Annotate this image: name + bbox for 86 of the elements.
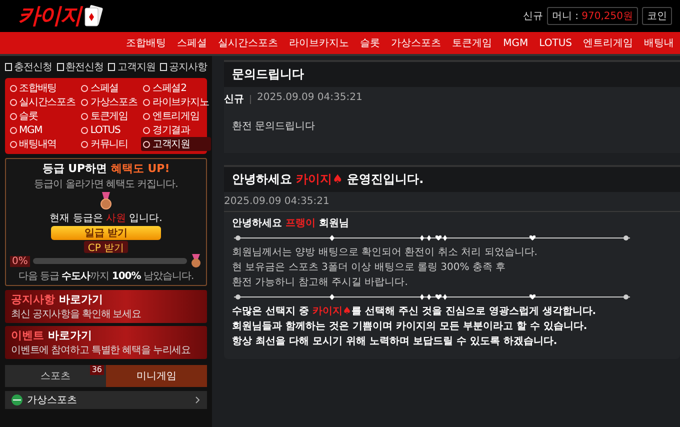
menu-item[interactable]: 조합배팅 <box>8 81 78 95</box>
banner[interactable]: 공지사항 바로가기 최신 공지사항을 확인해 보세요 <box>5 290 207 323</box>
message-line: 수많은 선택지 중 카이지♠를 선택해 주신 것을 진심으로 영광스럽게 생각합니다. <box>232 305 598 319</box>
money-button[interactable]: 머니 : 970,250원 <box>546 7 638 25</box>
message-line: 회원님께서는 양방 배팅으로 확인되어 환전이 취소 처리 되었습니다. <box>232 246 538 260</box>
menu-item[interactable]: 스페셜 <box>79 81 140 95</box>
menu-item[interactable]: 고객지원 <box>141 137 211 151</box>
circle-icon <box>10 98 17 106</box>
user-level-label: 신규 <box>522 10 543 23</box>
count-badge: 36 <box>90 365 104 375</box>
medal-icon <box>99 192 113 210</box>
circle-icon <box>81 112 88 120</box>
banner[interactable]: 이벤트 바로가기 이벤트에 참여하고 특별한 혜택을 누리세요 <box>5 326 207 359</box>
document-icon <box>108 63 116 71</box>
message-line: 안녕하세요 프랭이 회원님 <box>232 217 350 231</box>
message-line: 회원님들과 함께하는 것은 기쁨이며 카이지의 모든 부분이라고 할 수 있습니다. <box>232 320 588 334</box>
nav-link[interactable]: 스페셜 <box>177 36 208 50</box>
coin-button[interactable]: 코인 <box>642 7 672 25</box>
chevron-icon <box>195 396 201 404</box>
nav-link[interactable]: 슬롯 <box>360 36 380 50</box>
message-line: 환전 가능하니 참고해 주시길 바랍니다. <box>232 276 409 290</box>
circle-icon <box>10 84 17 92</box>
nav-link[interactable]: MGM <box>503 38 528 48</box>
site-logo[interactable]: 카이지 <box>18 1 81 31</box>
document-icon <box>56 63 64 71</box>
post-date: 2025.09.09 04:35:21 <box>257 92 362 105</box>
circle-icon <box>143 84 150 92</box>
claim-button[interactable]: 일급 받기 <box>51 226 161 240</box>
next-grade-text: 다음 등급 수도사까지 100% 남았습니다. <box>18 270 194 283</box>
circle-icon <box>81 126 88 134</box>
nav-link[interactable]: 조합배팅 <box>126 36 166 50</box>
tab[interactable]: 스포츠 36 <box>5 365 106 387</box>
message-line: 현 보유금은 스포츠 3폴더 이상 배팅으로 롤링 300% 충족 후 <box>232 261 507 275</box>
banner-subtitle: 최신 공지사항을 확인해 보세요 <box>11 308 142 321</box>
circle-icon <box>81 84 88 92</box>
grade-subtitle: 등급이 올라가면 혜택도 커집니다. <box>34 178 178 191</box>
banner-title: 공지사항 바로가기 <box>11 292 104 307</box>
inquiry-title: 문의드립니다 <box>224 62 680 87</box>
grade-title: 등급 UP하면 혜택도 UP! <box>42 161 170 176</box>
menu-item[interactable]: 가상스포츠 <box>79 95 140 109</box>
nav-link[interactable]: 라이브카지노 <box>289 36 350 50</box>
circle-icon <box>10 112 17 120</box>
nav-link[interactable]: 토큰게임 <box>452 36 492 50</box>
quick-link[interactable]: 공지사항 <box>160 60 207 74</box>
circle-icon <box>81 140 88 148</box>
circle-icon <box>81 98 88 106</box>
document-icon <box>160 63 167 71</box>
reply-title: 안녕하세요 카이지♠ 운영진입니다. <box>224 167 680 192</box>
menu-item[interactable]: LOTUS <box>79 123 140 137</box>
banner-title: 이벤트 바로가기 <box>11 328 93 343</box>
menu-item[interactable]: 슬롯 <box>8 109 78 123</box>
menu-item[interactable]: 스페셜2 <box>141 81 211 95</box>
cp-button[interactable]: CP 받기 <box>84 241 128 253</box>
document-icon <box>5 63 12 71</box>
quick-link[interactable]: 환전신청 <box>56 60 104 74</box>
author-label: 신규 <box>224 93 244 106</box>
message-line: 항상 최선을 다해 모시기 위해 노력하며 보답드릴 수 있도록 하겠습니다. <box>232 335 558 349</box>
circle-icon <box>10 126 17 134</box>
quick-link[interactable]: 고객지원 <box>108 60 156 74</box>
circle-icon <box>10 140 17 148</box>
ball-icon <box>11 394 23 406</box>
menu-item[interactable]: 경기결과 <box>141 123 211 137</box>
circle-icon <box>143 140 150 148</box>
circle-icon <box>143 126 150 134</box>
quick-link[interactable]: 충전신청 <box>5 60 52 74</box>
progress-percent: 0% <box>10 256 30 266</box>
nav-link[interactable]: 배팅내 <box>644 36 674 50</box>
inquiry-text: 환전 문의드립니다 <box>231 120 316 134</box>
medal-icon <box>190 254 202 268</box>
menu-item[interactable]: 커뮤니티 <box>79 137 140 151</box>
nav-link[interactable]: 엔트리게임 <box>583 36 633 50</box>
virtual-sports-item[interactable]: 가상스포츠 <box>5 391 207 409</box>
nav-link[interactable]: 실시간스포츠 <box>218 36 278 50</box>
circle-icon <box>143 112 150 120</box>
menu-item[interactable]: 토큰게임 <box>79 109 140 123</box>
menu-item[interactable]: 배팅내역 <box>8 137 78 151</box>
nav-link[interactable]: 가상스포츠 <box>391 36 442 50</box>
menu-item[interactable]: 엔트리게임 <box>141 109 211 123</box>
circle-icon <box>143 98 150 106</box>
reply-date: 2025.09.09 04:35:21 <box>224 192 680 212</box>
banner-subtitle: 이벤트에 참여하고 특별한 혜택을 누리세요 <box>11 344 192 357</box>
tab[interactable]: 미니게임 <box>106 365 207 387</box>
nav-link[interactable]: LOTUS <box>539 38 572 48</box>
menu-item[interactable]: MGM <box>8 123 78 137</box>
current-grade-text: 현재 등급은 사원 입니다. <box>50 212 162 225</box>
menu-item[interactable]: 실시간스포츠 <box>8 95 78 109</box>
